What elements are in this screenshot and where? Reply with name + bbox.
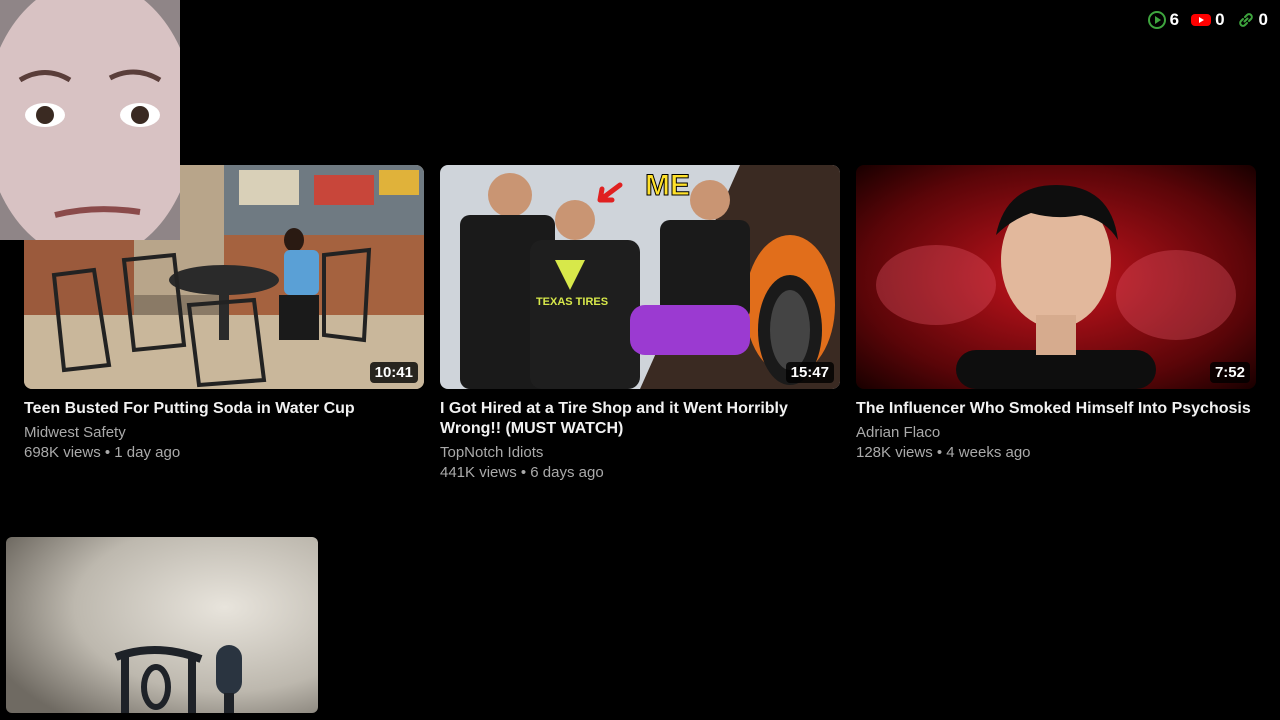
video-meta: 441K views • 6 days ago [440,464,604,481]
video-title[interactable]: The Influencer Who Smoked Himself Into P… [856,399,1256,419]
video-card[interactable]: 7:52 The Influencer Who Smoked Himself I… [856,165,1256,483]
video-thumbnail[interactable]: 7:52 [856,165,1256,389]
video-title[interactable]: Teen Busted For Putting Soda in Water Cu… [24,399,424,419]
youtube-count: 0 [1215,10,1225,29]
video-title[interactable]: I Got Hired at a Tire Shop and it Went H… [440,399,840,439]
stats-counters: 6 0 0 [1147,10,1268,30]
video-meta: 698K views • 1 day ago [24,444,181,461]
channel-name[interactable]: Adrian Flaco [856,423,1256,443]
video-meta: 128K views • 4 weeks ago [856,444,1031,461]
youtube-counter: 0 [1191,10,1225,30]
shirt-text: TEXAS TIRES [536,296,608,308]
video-duration: 10:41 [369,362,418,383]
webcam-face-overlay [0,0,180,240]
video-duration: 15:47 [785,362,834,383]
link-icon [1238,13,1253,27]
video-grid: 10:41 Teen Busted For Putting Soda in Wa… [24,165,1256,483]
video-thumbnail[interactable]: TEXAS TIRES ME 15:47 [440,165,840,389]
play-counter: 6 [1147,10,1180,30]
webcam-room-overlay [6,537,318,713]
link-count: 0 [1258,10,1268,29]
link-counter: 0 [1237,10,1268,30]
video-card[interactable]: TEXAS TIRES ME 15:47 I Got Hired at a Ti… [440,165,840,483]
youtube-icon [1191,14,1212,26]
thumbnail-overlay-text: ME [645,169,690,202]
play-count: 6 [1169,10,1180,29]
video-duration: 7:52 [1209,362,1250,383]
screen: 6 0 0 10:41 Teen Busted For Putting Soda… [0,0,1280,720]
play-icon [1147,11,1166,29]
channel-name[interactable]: TopNotch Idiots [440,443,840,463]
channel-name[interactable]: Midwest Safety [24,423,424,443]
